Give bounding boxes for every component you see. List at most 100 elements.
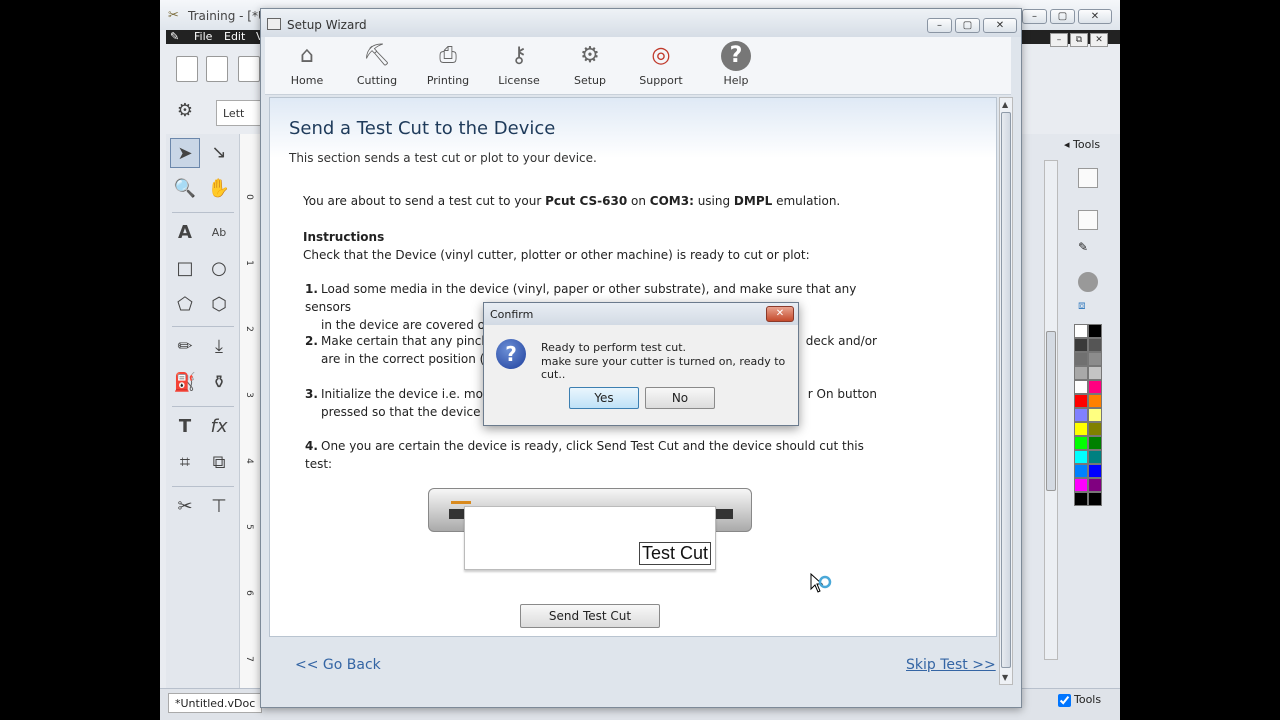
wizard-maximize-icon[interactable]: ▢: [955, 18, 980, 33]
canvas-vertical-scrollbar[interactable]: [1044, 160, 1058, 660]
fill-bucket-icon[interactable]: ⛽: [170, 368, 200, 398]
wizard-scroll-thumb[interactable]: [1001, 112, 1011, 668]
skip-test-link[interactable]: Skip Test >>: [906, 657, 996, 673]
wizard-minimize-icon[interactable]: –: [927, 18, 952, 33]
color-circle-icon[interactable]: [1078, 272, 1098, 292]
ellipse-icon[interactable]: ○: [204, 254, 234, 284]
new-document-icon[interactable]: [176, 56, 198, 82]
distort-icon[interactable]: ⌗: [170, 448, 200, 478]
color-swatch[interactable]: [1088, 450, 1102, 464]
color-swatch[interactable]: [1088, 422, 1102, 436]
color-swatch[interactable]: [1088, 436, 1102, 450]
scroll-thumb[interactable]: [1046, 331, 1056, 491]
color-swatch[interactable]: [1074, 380, 1088, 394]
wizard-title: Setup Wizard: [287, 18, 367, 32]
color-swatch[interactable]: [1088, 338, 1102, 352]
nav-cutting[interactable]: ⛏ Cutting: [347, 41, 407, 87]
color-swatch[interactable]: [1088, 408, 1102, 422]
mdi-close-icon[interactable]: ✕: [1090, 33, 1108, 47]
pen-icon[interactable]: ⤓: [204, 332, 234, 362]
color-swatch[interactable]: [1074, 464, 1088, 478]
scroll-down-icon[interactable]: ▼: [1002, 673, 1008, 682]
instructions-text: Check that the Device (vinyl cutter, plo…: [303, 248, 810, 262]
wizard-window-controls: – ▢ ✕: [924, 17, 1017, 33]
pan-hand-icon[interactable]: ✋: [204, 174, 234, 204]
step-text: Make certain that any pinch: [321, 334, 489, 348]
measure-icon[interactable]: ⊤: [204, 492, 234, 522]
settings-gear-icon[interactable]: ⚙: [170, 96, 200, 126]
yes-button[interactable]: Yes: [569, 387, 639, 409]
go-back-link[interactable]: << Go Back: [295, 657, 381, 673]
rectangle-icon[interactable]: □: [170, 254, 200, 284]
color-swatch[interactable]: [1088, 366, 1102, 380]
tools-tab[interactable]: Tools: [1058, 693, 1101, 707]
color-swatch[interactable]: [1074, 394, 1088, 408]
color-swatch[interactable]: [1088, 380, 1102, 394]
wizard-close-icon[interactable]: ✕: [983, 18, 1017, 33]
menu-file[interactable]: File: [194, 30, 212, 43]
save-document-icon[interactable]: [238, 56, 260, 82]
nav-support[interactable]: ◎ Support: [631, 41, 691, 87]
intro-on: on: [627, 194, 650, 208]
color-swatch[interactable]: [1074, 338, 1088, 352]
stroke-box-icon[interactable]: [1078, 168, 1098, 188]
weld-icon[interactable]: ⧉: [204, 448, 234, 478]
color-swatch[interactable]: [1074, 352, 1088, 366]
minimize-icon[interactable]: –: [1022, 9, 1047, 24]
ruler-mark: 4: [243, 458, 254, 464]
color-swatch[interactable]: [1074, 422, 1088, 436]
no-button[interactable]: No: [645, 387, 715, 409]
nav-printing[interactable]: ⎙ Printing: [418, 41, 478, 87]
confirm-close-icon[interactable]: ✕: [766, 306, 794, 322]
maximize-icon[interactable]: ▢: [1050, 9, 1075, 24]
page-subtitle: This section sends a test cut or plot to…: [289, 151, 597, 165]
fx-effects-icon[interactable]: fx: [204, 412, 234, 442]
select-arrow-icon[interactable]: ➤: [170, 138, 200, 168]
confirm-titlebar: Confirm ✕: [484, 303, 798, 325]
text-tool-icon[interactable]: A: [170, 218, 200, 248]
color-swatch[interactable]: [1088, 352, 1102, 366]
home-icon: ⌂: [300, 43, 314, 68]
nav-help[interactable]: ? Help: [706, 41, 766, 87]
scroll-up-icon[interactable]: ▲: [1002, 100, 1008, 109]
color-picker-icon[interactable]: ⧈: [1078, 298, 1098, 318]
eyedropper-icon[interactable]: ✎: [1078, 240, 1098, 260]
mdi-minimize-icon[interactable]: –: [1050, 33, 1068, 47]
open-document-icon[interactable]: [206, 56, 228, 82]
nav-license[interactable]: ⚷ License: [489, 41, 549, 87]
page-size-select[interactable]: Lett: [216, 100, 266, 126]
close-icon[interactable]: ✕: [1078, 9, 1112, 24]
text-edit-icon[interactable]: Ab: [204, 218, 234, 248]
color-swatch[interactable]: [1088, 394, 1102, 408]
menu-edit[interactable]: Edit: [224, 30, 245, 43]
color-swatch[interactable]: [1074, 366, 1088, 380]
color-swatch[interactable]: [1074, 492, 1088, 506]
tools-panel-header[interactable]: ◂ Tools: [1064, 138, 1114, 158]
knife-icon[interactable]: ✂: [170, 492, 200, 522]
color-swatch[interactable]: [1088, 478, 1102, 492]
fill-edit-icon[interactable]: ⚱: [204, 368, 234, 398]
shape-edit-icon[interactable]: ⬡: [204, 290, 234, 320]
document-tab[interactable]: *Untitled.vDoc: [168, 693, 263, 713]
shape-icon[interactable]: ⬠: [170, 290, 200, 320]
color-swatch[interactable]: [1074, 324, 1088, 338]
tools-checkbox[interactable]: [1058, 693, 1071, 707]
mdi-restore-icon[interactable]: ⧉: [1070, 33, 1088, 47]
send-test-cut-button[interactable]: Send Test Cut: [520, 604, 660, 628]
color-swatch[interactable]: [1074, 478, 1088, 492]
color-swatch[interactable]: [1088, 324, 1102, 338]
text-path-icon[interactable]: T: [170, 412, 200, 442]
node-edit-icon[interactable]: ↘: [204, 138, 234, 168]
pencil-icon[interactable]: ✏: [170, 332, 200, 362]
color-swatch[interactable]: [1074, 450, 1088, 464]
color-swatch[interactable]: [1088, 464, 1102, 478]
color-swatch[interactable]: [1074, 436, 1088, 450]
wizard-scrollbar[interactable]: ▲ ▼: [999, 97, 1013, 685]
nav-home[interactable]: ⌂ Home: [277, 41, 337, 87]
zoom-icon[interactable]: 🔍: [170, 174, 200, 204]
color-swatch[interactable]: [1088, 492, 1102, 506]
nav-setup[interactable]: ⚙ Setup: [560, 41, 620, 87]
fill-box-icon[interactable]: [1078, 210, 1098, 230]
intro-prefix: You are about to send a test cut to your: [303, 194, 546, 208]
color-swatch[interactable]: [1074, 408, 1088, 422]
